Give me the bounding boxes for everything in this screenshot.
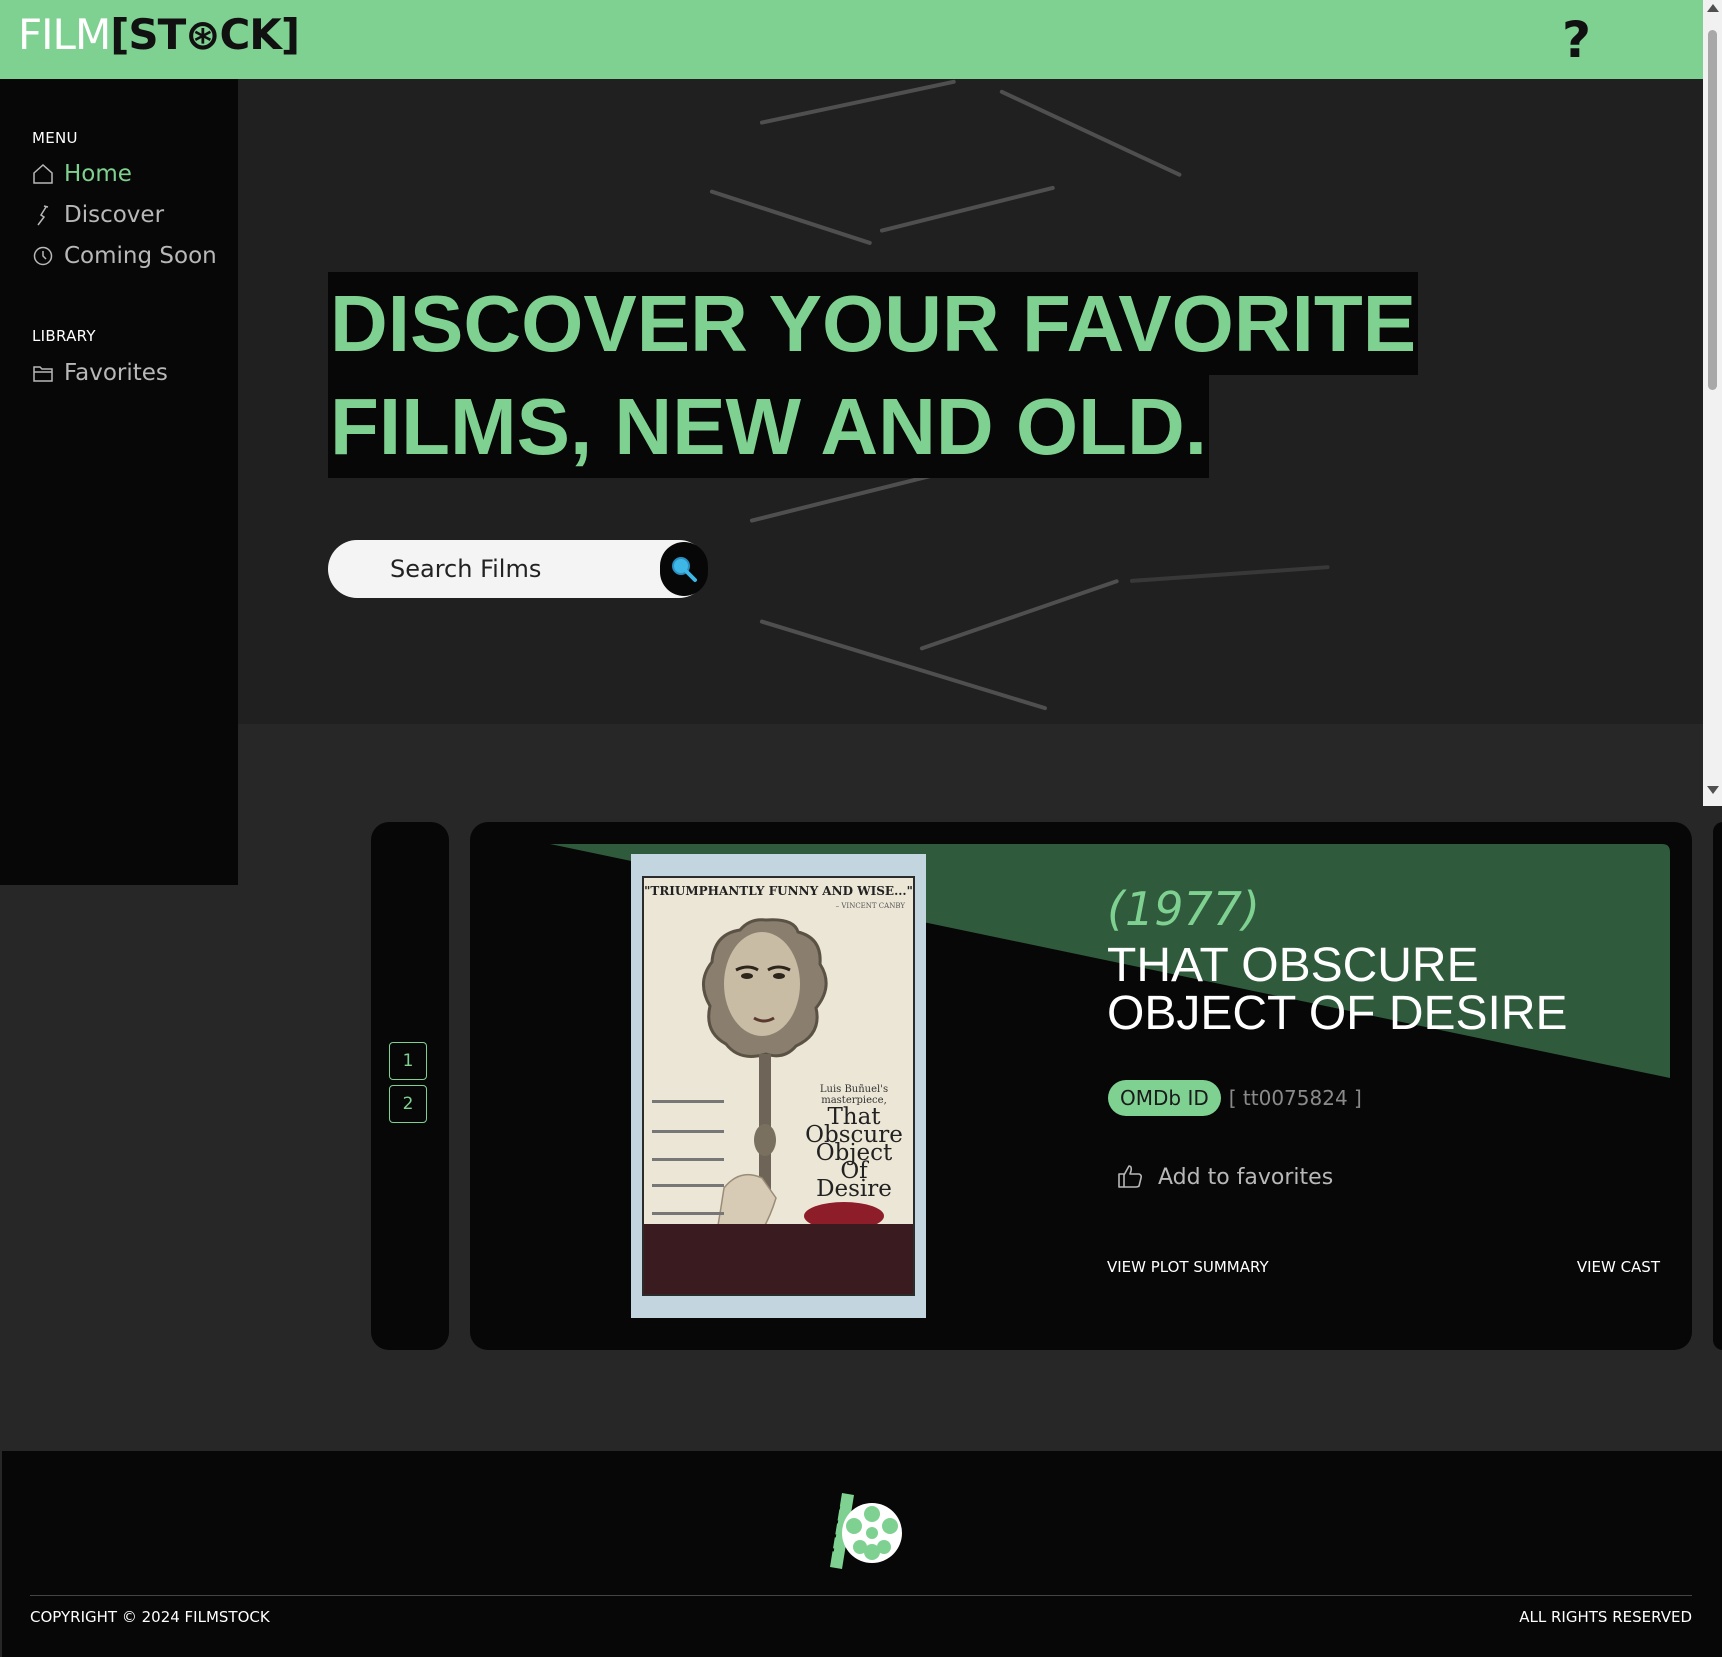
- omdb-id: [ tt0075824 ]: [1228, 1086, 1362, 1110]
- search-input[interactable]: [390, 550, 640, 588]
- carousel-pager: 1 2: [371, 822, 449, 1350]
- folder-icon: [32, 362, 54, 384]
- poster-credits-block: [644, 1224, 913, 1294]
- hero-background-streak: [879, 185, 1056, 233]
- discover-icon: [32, 204, 54, 226]
- poster-artwork: "TRIUMPHANTLY FUNNY AND WISE..." – VINCE…: [642, 876, 915, 1296]
- sidebar-item-label: Discover: [64, 202, 165, 228]
- sidebar: MENU Home Discover Coming Soon LIBRARY F…: [0, 79, 238, 885]
- hero-headline: DISCOVER YOUR FAVORITE FILMS, NEW AND OL…: [328, 272, 1419, 478]
- hero-background-streak: [759, 619, 1048, 711]
- menu-section-title: MENU: [32, 129, 78, 147]
- footer: COPYRIGHT © 2024 FILMSTOCK ALL RIGHTS RE…: [2, 1451, 1722, 1657]
- hero-background-streak: [999, 89, 1183, 178]
- omdb-info: OMDb ID [ tt0075824 ]: [1108, 1080, 1362, 1116]
- film-reel-logo-icon: [827, 1493, 902, 1569]
- poster-credit: Luis Buñuel's masterpiece,: [819, 1084, 889, 1106]
- search-icon: [672, 557, 697, 582]
- library-section-title: LIBRARY: [32, 327, 96, 345]
- search-button[interactable]: [660, 542, 708, 596]
- home-icon: [32, 163, 54, 185]
- footer-divider: [30, 1595, 1692, 1596]
- logo-stock-text: [ST⊛CK]: [110, 10, 300, 59]
- add-to-favorites-label: Add to favorites: [1158, 1165, 1334, 1190]
- sidebar-item-favorites[interactable]: Favorites: [32, 360, 168, 386]
- help-button[interactable]: ?: [1562, 10, 1591, 70]
- sidebar-item-discover[interactable]: Discover: [32, 202, 164, 228]
- hero-background-streak: [919, 578, 1120, 651]
- search-bar: [328, 540, 708, 598]
- rights-text: ALL RIGHTS RESERVED: [1519, 1608, 1692, 1626]
- sidebar-item-home[interactable]: Home: [32, 161, 132, 187]
- film-year: (1977): [1107, 882, 1260, 936]
- site-logo[interactable]: FILM[ST⊛CK]: [18, 8, 300, 62]
- add-to-favorites-button[interactable]: Add to favorites: [1116, 1162, 1333, 1190]
- film-poster[interactable]: "TRIUMPHANTLY FUNNY AND WISE..." – VINCE…: [631, 854, 926, 1318]
- page-button-2[interactable]: 2: [389, 1085, 427, 1123]
- sidebar-item-label: Favorites: [64, 360, 168, 386]
- page-scrollbar[interactable]: [1703, 0, 1722, 806]
- view-cast-link[interactable]: VIEW CAST: [1577, 1258, 1660, 1276]
- page-button-1[interactable]: 1: [389, 1042, 427, 1080]
- hero-background-streak: [759, 79, 957, 125]
- clock-icon: [32, 245, 54, 267]
- copyright-text: COPYRIGHT © 2024 FILMSTOCK: [30, 1608, 270, 1626]
- hero-background-streak: [709, 189, 873, 246]
- omdb-badge: OMDb ID: [1108, 1080, 1221, 1116]
- poster-title: That Obscure Object Of Desire: [805, 1104, 903, 1202]
- hero-background-streak: [1129, 565, 1330, 583]
- logo-film-text: FILM: [18, 10, 111, 59]
- headline-line-2: FILMS, NEW AND OLD.: [328, 375, 1209, 478]
- film-title: THAT OBSCURE OBJECT OF DESIRE: [1107, 939, 1568, 1040]
- film-card: "TRIUMPHANTLY FUNNY AND WISE..." – VINCE…: [470, 822, 1692, 1350]
- scroll-thumb[interactable]: [1708, 30, 1717, 390]
- view-plot-summary-link[interactable]: VIEW PLOT SUMMARY: [1107, 1258, 1269, 1276]
- top-header: FILM[ST⊛CK] ?: [0, 0, 1703, 79]
- scroll-down-arrow-icon[interactable]: [1707, 786, 1719, 794]
- sidebar-item-coming-soon[interactable]: Coming Soon: [32, 243, 217, 269]
- headline-line-1: DISCOVER YOUR FAVORITE: [328, 272, 1419, 375]
- thumbs-up-icon: [1118, 1165, 1143, 1188]
- next-card-peek[interactable]: [1713, 822, 1722, 1350]
- scroll-up-arrow-icon[interactable]: [1707, 4, 1719, 12]
- sidebar-item-label: Home: [64, 161, 132, 187]
- sidebar-item-label: Coming Soon: [64, 243, 217, 269]
